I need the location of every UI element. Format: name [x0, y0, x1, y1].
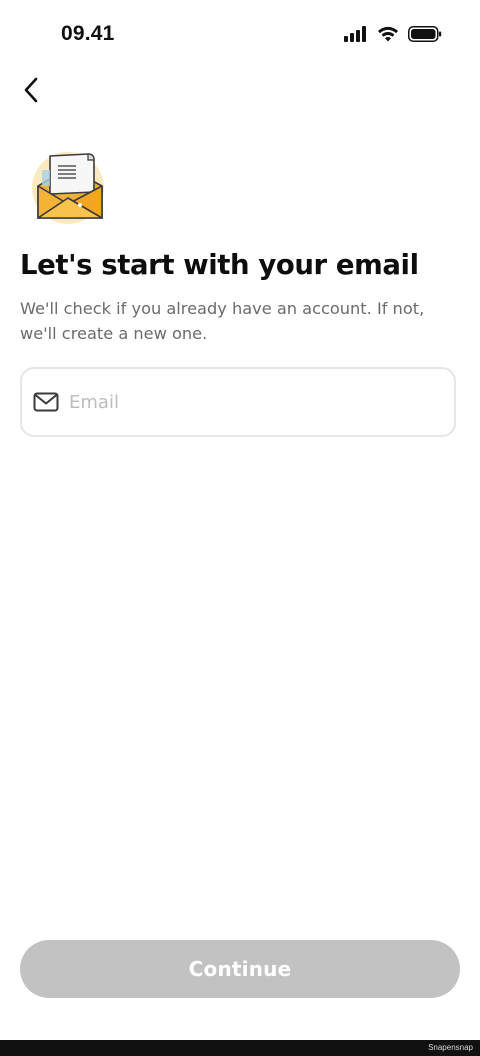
- envelope-letter-illustration: [28, 148, 110, 230]
- email-field[interactable]: [20, 367, 456, 437]
- status-icons: [344, 24, 442, 48]
- bottom-strip: Snapensnap: [0, 1040, 480, 1056]
- page-title: Let's start with your email: [20, 249, 419, 281]
- status-time: 09.41: [61, 22, 115, 45]
- status-bar: 09.41: [0, 0, 480, 72]
- continue-button[interactable]: Continue: [20, 940, 460, 998]
- wifi-icon: [377, 26, 399, 46]
- cellular-signal-icon: [344, 26, 368, 46]
- battery-icon: [408, 26, 442, 46]
- chevron-left-icon: [22, 76, 42, 108]
- email-input[interactable]: [69, 391, 409, 413]
- mail-icon: [33, 389, 59, 415]
- page-description: We'll check if you already have an accou…: [20, 299, 425, 343]
- back-button[interactable]: [14, 74, 50, 110]
- watermark: Snapensnap: [428, 1043, 473, 1052]
